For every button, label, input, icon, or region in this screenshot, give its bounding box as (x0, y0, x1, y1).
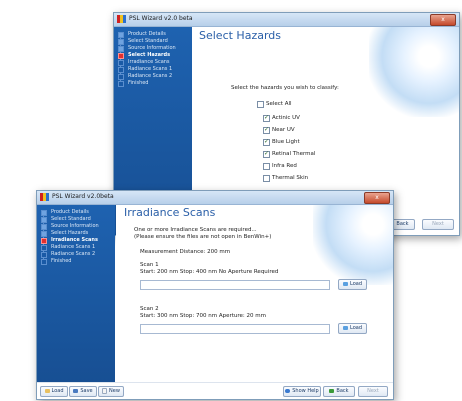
help-icon (285, 388, 291, 393)
step-select-standard[interactable]: Select Standard (37, 216, 115, 223)
intro-line-2: (Please ensure the files are not open in… (134, 234, 272, 240)
scan1-file-input[interactable] (140, 280, 330, 290)
step-marker-icon (118, 81, 124, 87)
hazard-label: Actinic UV (272, 115, 300, 121)
back-arrow-icon (329, 388, 335, 393)
hazard-checkbox-actinic-uv[interactable] (263, 114, 270, 122)
show-help-label: Show Help (292, 388, 319, 394)
scan2-details: Start: 300 nm Stop: 700 nm Aperture: 20 … (140, 313, 266, 319)
scan1-details: Start: 200 nm Stop: 400 nm No Aperture R… (140, 269, 279, 275)
scan2-file-input[interactable] (140, 324, 330, 334)
next-button[interactable]: Next (422, 219, 454, 230)
step-irradiance-scans[interactable]: Irradiance Scans (114, 59, 192, 66)
front-window-titlebar[interactable]: PSL Wizard v2.0beta x (37, 191, 393, 205)
scan1-title: Scan 1 (140, 262, 159, 268)
close-button[interactable]: x (364, 192, 390, 204)
step-source-information[interactable]: Source Information (37, 223, 115, 230)
back-button-label: Back (336, 388, 349, 394)
hazard-label: Near UV (272, 127, 295, 133)
bottom-button-bar: Load Save New Show Help Back Next (37, 382, 393, 399)
front-wizard-window: PSL Wizard v2.0beta x Product Details Sel… (36, 190, 394, 400)
step-marker-icon (41, 259, 47, 265)
step-label: Irradiance Scans (128, 59, 170, 65)
step-label: Finished (128, 80, 149, 86)
hazard-label: Infra Red (272, 163, 297, 169)
step-select-hazards[interactable]: Select Hazards (37, 230, 115, 237)
step-label: Radiance Scans 1 (128, 66, 173, 72)
intro-line-1: One or more Irradiance Scans are require… (134, 227, 257, 233)
save-project-button[interactable]: Save (69, 386, 97, 397)
step-label: Source Information (51, 223, 99, 229)
step-label: Source Information (128, 45, 176, 51)
step-select-standard[interactable]: Select Standard (114, 38, 192, 45)
instruction-text: Select the hazards you wish to classify: (231, 85, 339, 91)
hazard-label: Retinal Thermal (272, 151, 316, 157)
new-file-icon (102, 387, 108, 394)
hazard-label: Blue Light (272, 139, 300, 145)
step-label: Finished (51, 258, 72, 264)
page-title: Irradiance Scans (124, 206, 216, 219)
step-source-information[interactable]: Source Information (114, 45, 192, 52)
step-label: Radiance Scans 2 (128, 73, 173, 79)
select-all-label: Select All (266, 101, 292, 107)
step-label: Select Standard (51, 216, 91, 222)
step-label: Select Standard (128, 38, 168, 44)
step-label: Radiance Scans 1 (51, 244, 96, 250)
window-title: PSL Wizard v2.0 beta (129, 15, 193, 22)
folder-icon (44, 388, 50, 393)
scan1-load-label: Load (350, 281, 362, 287)
steps-sidebar: Product Details Select Standard Source Inf… (37, 205, 115, 383)
scan2-load-label: Load (350, 325, 362, 331)
close-button[interactable]: x (430, 14, 456, 26)
hazard-label: Thermal Skin (272, 175, 309, 181)
step-label: Irradiance Scans (51, 237, 98, 243)
save-icon (73, 388, 79, 393)
step-radiance-scans-1[interactable]: Radiance Scans 1 (114, 66, 192, 73)
step-label: Product Details (51, 209, 89, 215)
step-label: Select Hazards (128, 52, 171, 58)
step-select-hazards[interactable]: Select Hazards (114, 52, 192, 59)
scan1-load-button[interactable]: Load (338, 279, 367, 290)
step-radiance-scans-1[interactable]: Radiance Scans 1 (37, 244, 115, 251)
back-window-titlebar[interactable]: PSL Wizard v2.0 beta x (114, 13, 459, 27)
hazard-checkbox-thermal-skin[interactable] (263, 175, 270, 182)
step-finished[interactable]: Finished (114, 80, 192, 87)
select-all-checkbox[interactable] (257, 101, 264, 108)
new-project-label: New (109, 388, 120, 394)
load-project-button[interactable]: Load (40, 386, 68, 397)
step-finished[interactable]: Finished (37, 258, 115, 265)
window-title: PSL Wizard v2.0beta (52, 193, 114, 200)
sunburst-graphic (313, 205, 393, 285)
step-radiance-scans-2[interactable]: Radiance Scans 2 (37, 251, 115, 258)
step-label: Select Hazards (51, 230, 89, 236)
scan2-load-button[interactable]: Load (338, 323, 367, 334)
page-title: Select Hazards (199, 29, 282, 42)
hazard-checkbox-near-uv[interactable] (263, 126, 270, 134)
back-button[interactable]: Back (323, 386, 355, 397)
measurement-distance: Measurement Distance: 200 mm (140, 249, 231, 255)
step-label: Product Details (128, 31, 166, 37)
hazard-checkbox-retinal-thermal[interactable] (263, 150, 270, 158)
next-button-label: Next (367, 388, 379, 394)
hazard-checkbox-infra-red[interactable] (263, 163, 270, 170)
load-project-label: Load (51, 388, 64, 394)
save-project-label: Save (80, 388, 93, 394)
app-icon (40, 193, 49, 201)
app-icon (117, 15, 126, 23)
show-help-button[interactable]: Show Help (283, 386, 321, 397)
hazard-checkbox-blue-light[interactable] (263, 138, 270, 146)
back-button-label: Back (396, 221, 409, 227)
new-project-button[interactable]: New (98, 386, 124, 397)
step-product-details[interactable]: Product Details (37, 209, 115, 216)
step-irradiance-scans[interactable]: Irradiance Scans (37, 237, 115, 244)
front-content-panel: Irradiance Scans One or more Irradiance … (116, 205, 393, 383)
next-button[interactable]: Next (358, 386, 388, 397)
step-product-details[interactable]: Product Details (114, 31, 192, 38)
step-radiance-scans-2[interactable]: Radiance Scans 2 (114, 73, 192, 80)
next-button-label: Next (432, 221, 444, 227)
scan2-title: Scan 2 (140, 306, 159, 312)
step-label: Radiance Scans 2 (51, 251, 96, 257)
sunburst-graphic (369, 27, 459, 117)
